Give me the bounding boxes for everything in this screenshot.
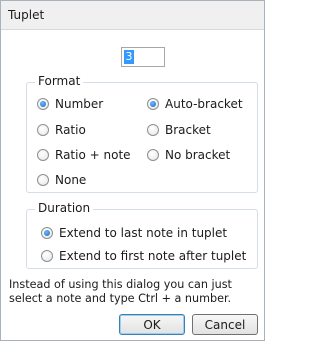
tuplet-number-value[interactable]: 3 — [124, 50, 134, 64]
radio-unselected-icon — [37, 124, 49, 136]
radio-selected-icon — [147, 98, 159, 110]
format-bracket-label: Bracket — [165, 123, 211, 137]
radio-unselected-icon — [37, 149, 49, 161]
duration-first-note-after-radio[interactable]: Extend to first note after tuplet — [41, 249, 246, 263]
radio-unselected-icon — [147, 149, 159, 161]
cancel-button[interactable]: Cancel — [192, 314, 258, 335]
radio-selected-icon — [41, 227, 53, 239]
format-auto-bracket-label: Auto-bracket — [165, 97, 243, 111]
format-ratio-label: Ratio — [55, 123, 86, 137]
title-bar: Tuplet — [1, 1, 264, 30]
help-message: Instead of using this dialog you can jus… — [9, 278, 232, 305]
radio-unselected-icon — [147, 124, 159, 136]
dialog-title: Tuplet — [8, 8, 45, 22]
ok-button[interactable]: OK — [119, 314, 185, 335]
format-group-label: Format — [35, 74, 84, 88]
duration-last-note-radio[interactable]: Extend to last note in tuplet — [41, 226, 227, 240]
tuplet-dialog: Tuplet 3 Format Number Auto-bracket Rati… — [0, 0, 265, 341]
duration-first-note-after-label: Extend to first note after tuplet — [59, 249, 247, 263]
radio-unselected-icon — [37, 174, 49, 186]
radio-unselected-icon — [41, 250, 53, 262]
duration-last-note-label: Extend to last note in tuplet — [59, 226, 228, 240]
format-ratio-radio[interactable]: Ratio — [37, 123, 86, 137]
format-auto-bracket-radio[interactable]: Auto-bracket — [147, 97, 243, 111]
format-number-radio[interactable]: Number — [37, 97, 103, 111]
format-bracket-radio[interactable]: Bracket — [147, 123, 211, 137]
tuplet-number-input[interactable]: 3 — [121, 47, 165, 67]
format-no-bracket-radio[interactable]: No bracket — [147, 148, 230, 162]
format-none-radio[interactable]: None — [37, 173, 86, 187]
radio-selected-icon — [37, 98, 49, 110]
format-number-label: Number — [55, 97, 104, 111]
format-ratio-note-radio[interactable]: Ratio + note — [37, 148, 131, 162]
format-no-bracket-label: No bracket — [165, 148, 231, 162]
duration-group-label: Duration — [35, 201, 94, 215]
format-none-label: None — [55, 173, 87, 187]
format-ratio-note-label: Ratio + note — [55, 148, 131, 162]
